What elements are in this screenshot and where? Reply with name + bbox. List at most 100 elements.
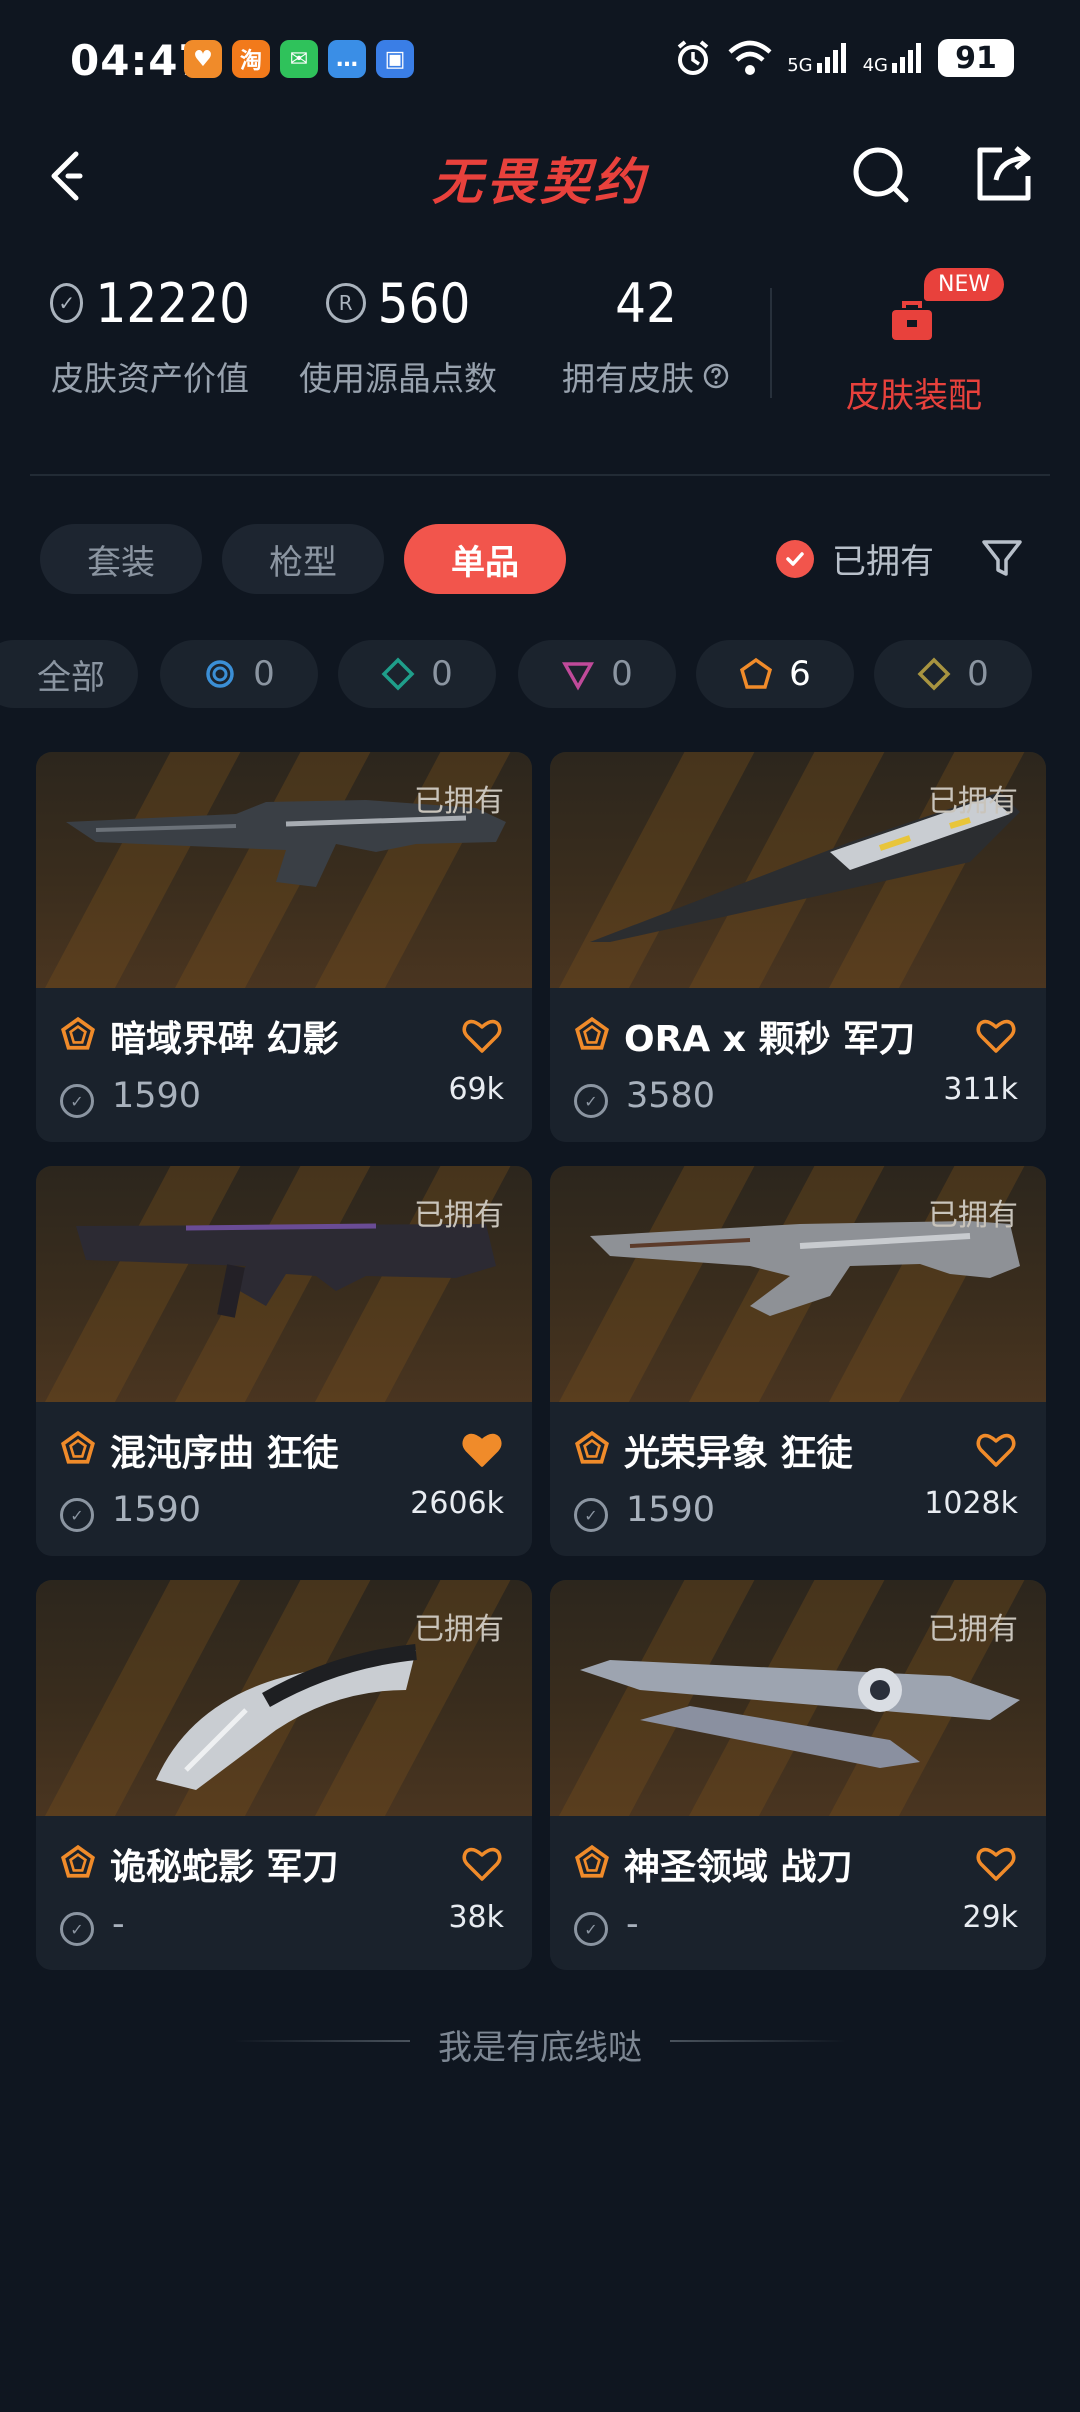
category-tabs: 套装 枪型 单品 [40, 524, 566, 596]
loadout-button[interactable]: 皮肤装配 [846, 368, 982, 417]
signal-4g: 4G [863, 41, 924, 75]
heart-icon[interactable] [462, 1846, 502, 1882]
signal-bars-icon [892, 43, 921, 73]
stat-radianite: R 560 使用源晶点数 [298, 268, 498, 400]
tier-chip-3[interactable]: 0 [518, 640, 676, 708]
skin-name: 混沌序曲 狂徒 [110, 1433, 339, 1474]
valorant-points-icon: ✓ [60, 1498, 94, 1532]
alarm-icon [677, 40, 709, 75]
search-icon[interactable] [848, 142, 914, 208]
skin-name: 光荣异象 狂徒 [624, 1433, 853, 1474]
exclusive-tier-icon [575, 1430, 609, 1464]
premium-tier-icon [562, 662, 595, 691]
skin-card[interactable]: 已拥有 诡秘蛇影 军刀 ✓ - 38k [36, 1580, 532, 1970]
like-count: 311k [943, 1072, 1018, 1107]
tab-1[interactable]: 枪型 [222, 524, 384, 594]
owned-skins-label: 拥有皮肤 [562, 359, 694, 398]
asset-value: 12220 [95, 271, 250, 335]
exclusive-tier-icon [740, 657, 773, 689]
message-icon: … [328, 40, 366, 78]
loadout-icon[interactable] [888, 298, 936, 344]
taobao-icon: 淘 [232, 40, 270, 78]
stats-divider [770, 288, 772, 398]
check-icon[interactable] [776, 539, 814, 578]
owned-tag: 已拥有 [414, 784, 504, 819]
filter-icon[interactable] [978, 534, 1026, 582]
exclusive-tier-icon [61, 1430, 95, 1464]
end-of-list-text: 我是有底线哒 [438, 2028, 642, 2068]
skin-image: 已拥有 [550, 1166, 1046, 1402]
ultra-tier-icon [917, 657, 951, 691]
skin-price: 1590 [112, 1490, 202, 1530]
battery-indicator: 91 [938, 39, 1014, 77]
valorant-points-icon: ✓ [60, 1912, 94, 1946]
exclusive-tier-icon [61, 1844, 95, 1878]
heart-icon[interactable] [462, 1432, 502, 1468]
skin-image: 已拥有 [550, 752, 1046, 988]
skin-price: 1590 [112, 1076, 202, 1116]
skin-card[interactable]: 已拥有 光荣异象 狂徒 ✓ 1590 1028k [550, 1166, 1046, 1556]
owned-tag: 已拥有 [928, 1198, 1018, 1233]
valorant-points-icon: ✓ [574, 1084, 608, 1118]
heart-icon[interactable] [976, 1846, 1016, 1882]
asset-value-label: 皮肤资产价值 [51, 359, 249, 398]
owned-tag: 已拥有 [414, 1612, 504, 1647]
radianite-icon: R [325, 283, 366, 323]
wechat-icon: ✉ [280, 40, 318, 78]
skin-image: 已拥有 [36, 752, 532, 988]
tab-0[interactable]: 套装 [40, 524, 202, 594]
card-info: ORA x 颗秒 军刀 ✓ 3580 311k [550, 988, 1046, 1142]
tier-chip-5[interactable]: 0 [874, 640, 1032, 708]
card-info: 光荣异象 狂徒 ✓ 1590 1028k [550, 1402, 1046, 1556]
like-count: 29k [962, 1900, 1018, 1935]
skin-image: 已拥有 [550, 1580, 1046, 1816]
deluxe-tier-icon [381, 657, 415, 691]
like-count: 69k [448, 1072, 504, 1107]
signal-5g: 5G [787, 41, 848, 75]
help-icon[interactable] [702, 362, 730, 390]
signal-bars-icon [816, 43, 846, 73]
valorant-points-icon: ✓ [574, 1912, 608, 1946]
system-indicators: 5G 4G 91 [673, 38, 1014, 78]
new-badge: NEW [924, 268, 1005, 301]
tier-chip-count: 6 [789, 654, 811, 694]
card-info: 神圣领域 战刀 ✓ - 29k [550, 1816, 1046, 1970]
exclusive-tier-icon [575, 1016, 609, 1050]
tier-chip-2[interactable]: 0 [338, 640, 496, 708]
tier-chip-4[interactable]: 6 [696, 640, 854, 708]
owned-count: 42 [615, 271, 677, 335]
heart-app-icon: ♥ [184, 40, 222, 78]
valorant-points-icon: ✓ [574, 1498, 608, 1532]
skin-name: 暗域界碑 幻影 [110, 1019, 339, 1060]
radianite-label: 使用源晶点数 [299, 359, 497, 398]
tier-chip-count: 0 [431, 654, 453, 694]
tier-chip-count: 0 [253, 654, 275, 694]
owned-tag: 已拥有 [928, 784, 1018, 819]
tab-2[interactable]: 单品 [404, 524, 566, 594]
section-divider [30, 474, 1050, 476]
card-info: 诡秘蛇影 军刀 ✓ - 38k [36, 1816, 532, 1970]
skin-price: - [626, 1904, 639, 1944]
heart-icon[interactable] [976, 1018, 1016, 1054]
skin-card[interactable]: 已拥有 神圣领域 战刀 ✓ - 29k [550, 1580, 1046, 1970]
skin-price: 1590 [626, 1490, 716, 1530]
owned-filter-toggle[interactable]: 已拥有 [776, 534, 934, 583]
skin-card[interactable]: 已拥有 ORA x 颗秒 军刀 ✓ 3580 311k [550, 752, 1046, 1142]
skin-card[interactable]: 已拥有 暗域界碑 幻影 ✓ 1590 69k [36, 752, 532, 1142]
card-info: 暗域界碑 幻影 ✓ 1590 69k [36, 988, 532, 1142]
share-icon[interactable] [972, 140, 1038, 206]
tier-chip-label: 全部 [37, 657, 105, 698]
skin-image: 已拥有 [36, 1580, 532, 1816]
skin-card[interactable]: 已拥有 混沌序曲 狂徒 ✓ 1590 2606k [36, 1166, 532, 1556]
owned-filter-label: 已拥有 [832, 542, 934, 582]
heart-icon[interactable] [976, 1432, 1016, 1468]
app-logo-title: 无畏契约 [432, 153, 648, 211]
valorant-points-icon: ✓ [60, 1084, 94, 1118]
wifi-icon [728, 40, 772, 75]
tier-chip-count: 0 [967, 654, 989, 694]
skin-name: 神圣领域 战刀 [624, 1847, 853, 1888]
heart-icon[interactable] [462, 1018, 502, 1054]
tier-chip-1[interactable]: 0 [160, 640, 318, 708]
notification-icons: ♥ 淘 ✉ … ▣ [184, 40, 414, 78]
tier-chip-0[interactable]: 全部 [0, 640, 138, 708]
